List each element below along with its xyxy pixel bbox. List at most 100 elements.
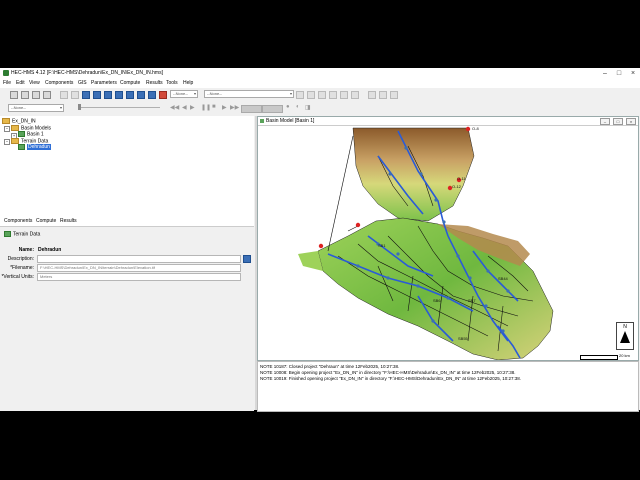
menu-components[interactable]: Components <box>45 80 73 86</box>
global-summary-icon[interactable] <box>351 91 359 99</box>
save-project-icon[interactable] <box>32 91 40 99</box>
play-icon[interactable]: ▶ <box>190 104 195 111</box>
map-label: O-11 <box>457 176 466 181</box>
source-tool-icon[interactable] <box>137 91 145 99</box>
hec-hms-window: HEC-HMS 4.12 [F:\HEC-HMS\Dehradun\Ex_DN_… <box>0 68 640 412</box>
menu-file[interactable]: File <box>3 80 11 86</box>
tree-dehradun[interactable]: Dehradun <box>18 144 51 151</box>
menu-view[interactable]: View <box>29 80 40 86</box>
basin-icon <box>260 119 264 123</box>
time-slider-track[interactable] <box>80 107 160 108</box>
time-end-box[interactable] <box>262 105 283 113</box>
basin-close-button[interactable]: × <box>626 118 636 125</box>
collapse-terrain-data-icon[interactable]: − <box>4 139 10 145</box>
title-bar: HEC-HMS 4.12 [F:\HEC-HMS\Dehradun\Ex_DN_… <box>0 68 640 79</box>
gis-tool-icon[interactable] <box>368 91 376 99</box>
vertical-units-label: *Vertical Units: <box>1 274 34 280</box>
compute-icon[interactable] <box>296 91 304 99</box>
step-back-icon[interactable]: ◀◀ <box>170 104 179 111</box>
main-toolbar: --None-- ▾ --None-- ▾ <box>0 90 640 100</box>
tab-components[interactable]: Components <box>4 218 32 224</box>
description-field[interactable] <box>37 255 241 263</box>
tab-results[interactable]: Results <box>60 218 77 224</box>
arrow-tool-icon[interactable] <box>60 91 68 99</box>
menu-gis[interactable]: GIS <box>78 80 87 86</box>
map-label: SB1 <box>378 243 386 248</box>
name-label: Name: <box>18 247 34 253</box>
open-project-icon[interactable] <box>21 91 29 99</box>
time-series-table-icon[interactable] <box>340 91 348 99</box>
log-line: NOTE 10008: Begin opening project "Ex_DN… <box>260 370 516 375</box>
log-line: NOTE 10187: Closed project "Dehraun" at … <box>260 364 400 369</box>
filename-label: *Filename: <box>10 265 34 271</box>
menu-compute[interactable]: Compute <box>120 80 140 86</box>
time-slider-thumb[interactable] <box>78 104 81 110</box>
terrain-icon <box>4 231 11 237</box>
message-log: NOTE 10187: Closed project "Dehraun" at … <box>257 361 639 412</box>
tree-basin-1[interactable]: Basin 1 <box>18 131 44 137</box>
basin-icon <box>18 131 25 137</box>
forward-icon[interactable]: ▶ <box>222 104 227 111</box>
animation-settings-icon[interactable]: ◐ <box>296 104 300 110</box>
window-title: HEC-HMS 4.12 [F:\HEC-HMS\Dehradun\Ex_DN_… <box>11 70 163 76</box>
maximize-button[interactable]: □ <box>612 68 626 79</box>
main-terrain <box>317 217 554 360</box>
zoom-tool-icon[interactable] <box>71 91 79 99</box>
pause-icon[interactable]: ❚❚ <box>201 104 211 111</box>
collapse-basin-models-icon[interactable]: − <box>4 126 10 132</box>
add-element-icon[interactable] <box>159 91 167 99</box>
diversion-tool-icon[interactable] <box>126 91 134 99</box>
new-project-icon[interactable] <box>10 91 18 99</box>
map-label: SB7 <box>468 298 476 303</box>
compute-all-icon[interactable] <box>307 91 315 99</box>
terrain-icon <box>18 144 25 150</box>
map-label: O-8 <box>472 126 479 131</box>
explorer-tabs: Components Compute Results <box>0 216 254 225</box>
basin-maximize-button[interactable]: □ <box>613 118 623 125</box>
gis-tool3-icon[interactable] <box>390 91 398 99</box>
map-label: SB44 <box>498 276 508 281</box>
reach-connector-line <box>327 135 354 252</box>
hec-hms-app-icon <box>3 70 9 76</box>
menu-tools[interactable]: Tools <box>166 80 178 86</box>
description-editor-icon[interactable] <box>243 255 251 263</box>
tree-project[interactable]: Ex_DN_IN <box>2 118 36 124</box>
refresh-icon[interactable]: ● <box>286 104 290 110</box>
simulation-combo[interactable]: --None-- ▾ <box>8 104 64 112</box>
component-editor: Terrain Data Name: Dehradun Description:… <box>0 226 254 411</box>
north-terrain <box>352 127 475 222</box>
back-icon[interactable]: ◀ <box>182 104 187 111</box>
time-start-box[interactable] <box>241 105 262 113</box>
reach-tool-icon[interactable] <box>93 91 101 99</box>
stop-icon[interactable]: ■ <box>212 104 216 110</box>
subbasin-tool-icon[interactable] <box>82 91 90 99</box>
minimize-button[interactable]: – <box>598 68 612 79</box>
export-icon[interactable]: ◨ <box>305 104 311 111</box>
description-label: Description: <box>7 256 34 262</box>
step-forward-icon[interactable]: ▶▶ <box>230 104 239 111</box>
filename-field[interactable]: F:\HEC-HMS\Dehradun\Ex_DN_IN\terrain\Deh… <box>37 264 241 272</box>
sink-tool-icon[interactable] <box>148 91 156 99</box>
select-run-combo[interactable]: --None-- ▾ <box>170 90 198 98</box>
menu-edit[interactable]: Edit <box>16 80 25 86</box>
basin-minimize-button[interactable]: – <box>600 118 610 125</box>
menu-help[interactable]: Help <box>183 80 193 86</box>
tab-compute[interactable]: Compute <box>36 218 56 224</box>
map-label: O-12 <box>452 184 461 189</box>
reservoir-tool-icon[interactable] <box>104 91 112 99</box>
menu-parameters[interactable]: Parameters <box>91 80 117 86</box>
menu-results[interactable]: Results <box>146 80 163 86</box>
basin-window-titlebar: Basin Model [Basin 1] – □ × <box>258 117 638 126</box>
gis-tool2-icon[interactable] <box>379 91 387 99</box>
summary-table-icon[interactable] <box>329 91 337 99</box>
vertical-units-field[interactable]: Meters <box>37 273 241 281</box>
junction-tool-icon[interactable] <box>115 91 123 99</box>
select-element-combo[interactable]: --None-- ▾ <box>204 90 294 98</box>
print-icon[interactable] <box>43 91 51 99</box>
basin-model-window: Basin Model [Basin 1] – □ × O-8 O-11 O-1… <box>257 116 639 361</box>
close-button[interactable]: × <box>626 68 640 79</box>
log-line: NOTE 10019: Finished opening project "Ex… <box>260 376 522 381</box>
basin-map[interactable]: O-8 O-11 O-12 SB1 SB44 SB55 SB6 SB7 N 20 km <box>258 126 638 360</box>
results-graph-icon[interactable] <box>318 91 326 99</box>
terrain-map[interactable] <box>258 126 638 360</box>
